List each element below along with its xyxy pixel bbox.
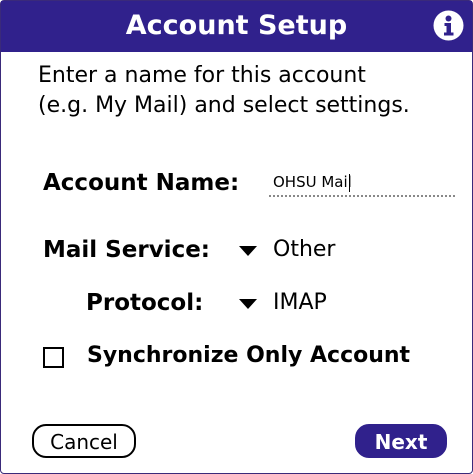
account-name-label: Account Name: [43,170,240,196]
next-button[interactable]: Next [355,424,447,458]
mail-service-label: Mail Service: [43,237,210,263]
info-icon[interactable] [433,10,464,41]
protocol-value: IMAP [273,290,327,315]
dropdown-triangle-icon [239,299,257,309]
instructions-text: Enter a name for this account (e.g. My M… [38,61,458,121]
dropdown-triangle-icon [239,246,257,256]
mail-service-value: Other [273,237,336,262]
title-bar: Account Setup [1,1,472,52]
sync-only-label[interactable]: Synchronize Only Account [87,341,410,371]
protocol-label: Protocol: [86,290,204,316]
instructions-line-2: (e.g. My Mail) and select settings. [38,93,410,118]
account-name-value: OHSU Mail [273,173,352,191]
account-setup-dialog: Account Setup Enter a name for this acco… [0,0,473,474]
text-cursor [349,174,350,192]
cancel-button[interactable]: Cancel [32,424,136,458]
instructions-line-1: Enter a name for this account [38,63,366,88]
account-name-field[interactable]: OHSU Mail [269,169,455,197]
sync-only-checkbox[interactable] [43,347,64,368]
dialog-title: Account Setup [125,10,348,41]
